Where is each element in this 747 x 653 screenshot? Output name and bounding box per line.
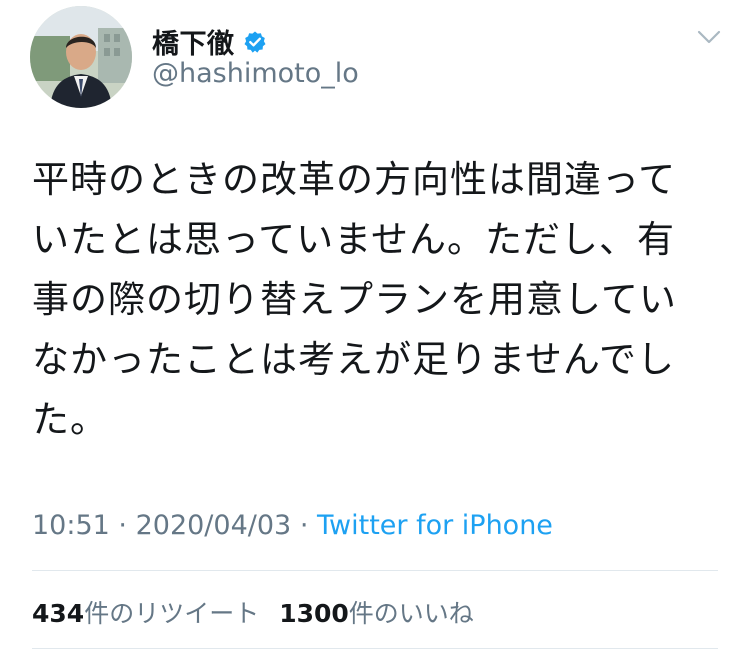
retweets-stat[interactable]: 434件のリツイート [32,594,259,630]
likes-stat[interactable]: 1300件のいいね [279,594,474,630]
retweets-count: 434 [32,599,85,628]
meta-separator: · [118,510,127,541]
author-handle[interactable]: @hashimoto_lo [152,58,359,89]
tweet-detail: 橋下徹 @hashimoto_lo 平時のときの改革の方向性は間違っていたとは思… [0,0,747,653]
retweets-label: 件のリツイート [84,599,260,628]
display-name[interactable]: 橋下徹 [152,22,235,61]
chevron-down-icon[interactable] [694,26,724,48]
tweet-meta: 10:51 · 2020/04/03 · Twitter for iPhone [32,510,553,541]
divider [32,570,718,571]
avatar[interactable] [30,6,132,108]
tweet-stats: 434件のリツイート 1300件のいいね [32,594,494,630]
likes-count: 1300 [279,599,349,628]
verified-badge-icon [243,30,267,54]
likes-label: 件のいいね [348,599,474,628]
meta-separator: · [299,510,309,541]
tweet-text: 平時のときの改革の方向性は間違っていたとは思っていません。ただし、有事の際の切り… [32,158,677,441]
author-name-row[interactable]: 橋下徹 [152,22,267,61]
divider [32,648,718,649]
tweet-source-link[interactable]: Twitter for iPhone [317,510,553,541]
tweet-date: 2020/04/03 [135,510,292,541]
tweet-time: 10:51 [32,510,110,541]
